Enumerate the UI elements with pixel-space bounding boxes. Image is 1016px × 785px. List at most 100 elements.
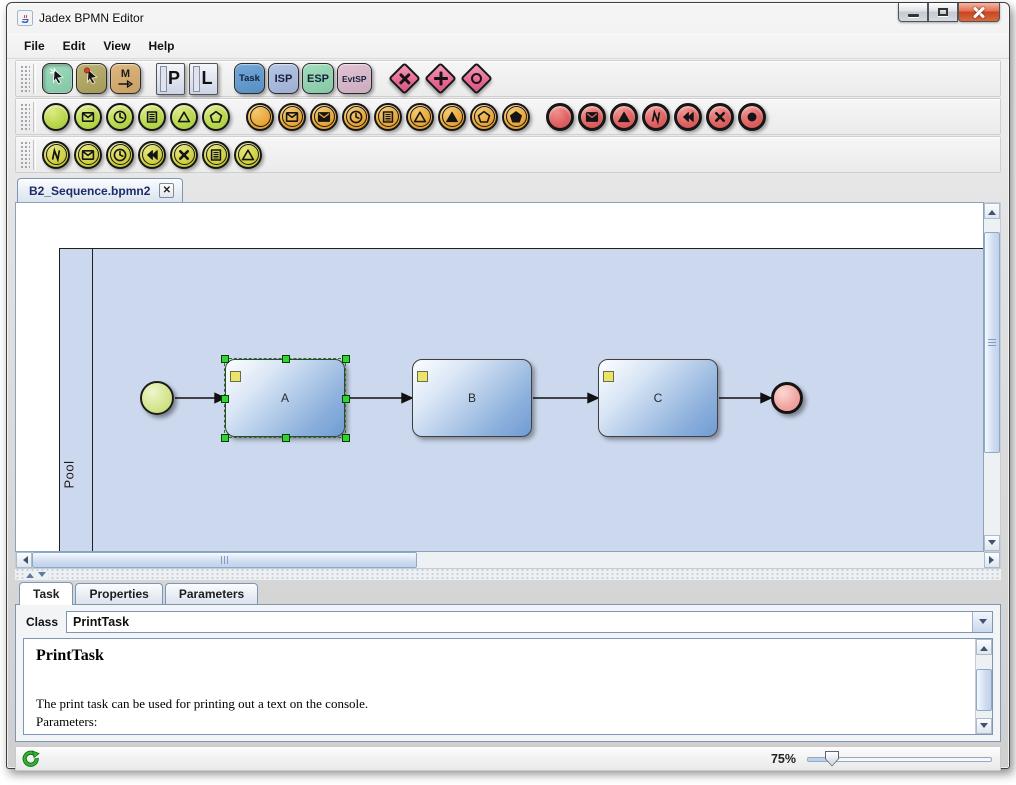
intermediate-message-catch-event[interactable] xyxy=(278,103,306,131)
tab-parameters[interactable]: Parameters xyxy=(165,583,258,604)
toolbar-separator xyxy=(33,140,36,170)
canvas-horizontal-scrollbar[interactable] xyxy=(15,552,1001,569)
end-cancel-event[interactable] xyxy=(706,103,734,131)
titlebar[interactable]: Jadex BPMN Editor xyxy=(7,3,1009,33)
selection-handle[interactable] xyxy=(221,395,229,403)
bpmn-task-c[interactable]: C xyxy=(598,359,718,437)
maximize-button[interactable] xyxy=(928,3,958,22)
boundary-rule-event[interactable] xyxy=(202,141,230,169)
selection-handle[interactable] xyxy=(221,434,229,442)
scroll-thumb[interactable] xyxy=(976,669,992,711)
bpmn-task-b[interactable]: B xyxy=(412,359,532,437)
add-internal-subprocess-button[interactable]: ISP xyxy=(268,63,299,94)
end-compensation-event[interactable] xyxy=(674,103,702,131)
add-event-subprocess-button[interactable]: EvtSP xyxy=(337,63,372,94)
minimize-button[interactable] xyxy=(898,3,928,22)
toolbar-drag-grip[interactable] xyxy=(19,102,30,131)
add-task-button-label: Task xyxy=(235,73,264,84)
start-event[interactable] xyxy=(42,103,70,131)
end-message-event[interactable] xyxy=(578,103,606,131)
intermediate-message-throw-event[interactable] xyxy=(310,103,338,131)
boundary-error-event[interactable] xyxy=(42,141,70,169)
select-tool[interactable] xyxy=(42,63,73,94)
intermediate-event[interactable] xyxy=(246,103,274,131)
boundary-signal-event[interactable] xyxy=(234,141,262,169)
boundary-cancel-event[interactable] xyxy=(170,141,198,169)
scroll-up-button[interactable] xyxy=(976,639,992,655)
menu-view[interactable]: View xyxy=(94,36,139,56)
scroll-track[interactable] xyxy=(32,552,984,568)
scroll-track[interactable] xyxy=(984,219,1000,535)
toolbar-drag-grip[interactable] xyxy=(19,140,30,169)
intermediate-multiple-catch-event[interactable] xyxy=(470,103,498,131)
intermediate-rule-event[interactable] xyxy=(374,103,402,131)
scroll-track[interactable] xyxy=(976,655,992,718)
menu-edit[interactable]: Edit xyxy=(54,36,95,56)
selection-handle[interactable] xyxy=(282,355,290,363)
scroll-down-button[interactable] xyxy=(976,718,992,734)
scroll-up-button[interactable] xyxy=(984,203,1000,219)
end-error-event[interactable] xyxy=(642,103,670,131)
add-pool-button[interactable]: P xyxy=(156,63,185,95)
scroll-right-button[interactable] xyxy=(984,552,1000,568)
gateway-data-xor-button[interactable] xyxy=(388,62,421,95)
tab-properties[interactable]: Properties xyxy=(75,583,162,604)
toolbar-drag-grip[interactable] xyxy=(19,64,30,93)
add-task-button[interactable]: Task xyxy=(234,63,265,94)
selection-handle[interactable] xyxy=(342,355,350,363)
start-message-event[interactable] xyxy=(74,103,102,131)
scroll-down-button[interactable] xyxy=(984,535,1000,551)
selection-handle[interactable] xyxy=(342,434,350,442)
tab-close-icon[interactable]: ✕ xyxy=(159,183,174,198)
task-label: B xyxy=(468,391,476,405)
diagram-canvas[interactable]: Pool ABC xyxy=(15,202,984,552)
scroll-left-button[interactable] xyxy=(16,552,32,568)
start-multiple-event[interactable] xyxy=(202,103,230,131)
bpmn-task-a[interactable]: A xyxy=(225,359,345,437)
close-button[interactable] xyxy=(958,3,1000,22)
intermediate-multiple-throw-event[interactable] xyxy=(502,103,530,131)
boundary-compensation-event[interactable] xyxy=(138,141,166,169)
zoom-slider[interactable] xyxy=(807,750,992,768)
selection-handle[interactable] xyxy=(342,395,350,403)
refresh-icon[interactable] xyxy=(21,749,40,768)
start-rule-event[interactable] xyxy=(138,103,166,131)
tab-task[interactable]: Task xyxy=(19,582,73,605)
splitter-collapse-down-button[interactable] xyxy=(36,571,48,579)
intermediate-timer-event[interactable] xyxy=(342,103,370,131)
zoom-slider-thumb[interactable] xyxy=(825,751,839,767)
selection-handle[interactable] xyxy=(282,434,290,442)
boundary-message-event[interactable] xyxy=(74,141,102,169)
doc-vertical-scrollbar[interactable] xyxy=(975,639,992,734)
start-signal-event[interactable] xyxy=(170,103,198,131)
combobox-dropdown-button[interactable] xyxy=(972,612,992,632)
scroll-thumb[interactable] xyxy=(984,232,1000,453)
menu-file[interactable]: File xyxy=(15,36,54,56)
end-terminate-event[interactable] xyxy=(738,103,766,131)
end-signal-event[interactable] xyxy=(610,103,638,131)
edge-draw-tool[interactable] xyxy=(76,63,107,94)
menu-help[interactable]: Help xyxy=(139,36,183,56)
gateway-inclusive-button[interactable] xyxy=(460,62,493,95)
editor-tab[interactable]: B2_Sequence.bpmn2 ✕ xyxy=(17,178,183,202)
pool-lane-divider xyxy=(92,249,93,552)
start-event-node[interactable] xyxy=(140,381,174,415)
add-external-subprocess-button[interactable]: ESP xyxy=(302,63,334,94)
add-lane-button[interactable]: L xyxy=(189,63,218,95)
selection-handle[interactable] xyxy=(221,355,229,363)
task-class-combobox[interactable]: PrintTask xyxy=(66,611,993,633)
gateway-parallel-button[interactable] xyxy=(424,62,457,95)
splitter-collapse-up-button[interactable] xyxy=(24,571,36,579)
end-event-node[interactable] xyxy=(771,382,803,414)
boundary-timer-event[interactable] xyxy=(106,141,134,169)
start-timer-event[interactable] xyxy=(106,103,134,131)
scroll-thumb[interactable] xyxy=(32,552,417,568)
intermediate-signal-throw-event[interactable] xyxy=(438,103,466,131)
combobox-value: PrintTask xyxy=(67,612,972,632)
message-edge-tool[interactable]: M xyxy=(110,63,141,94)
intermediate-signal-catch-event[interactable] xyxy=(406,103,434,131)
end-event[interactable] xyxy=(546,103,574,131)
split-pane-divider[interactable] xyxy=(15,569,1001,580)
message-arrow-icon: M xyxy=(117,69,134,88)
canvas-vertical-scrollbar[interactable] xyxy=(984,202,1001,552)
